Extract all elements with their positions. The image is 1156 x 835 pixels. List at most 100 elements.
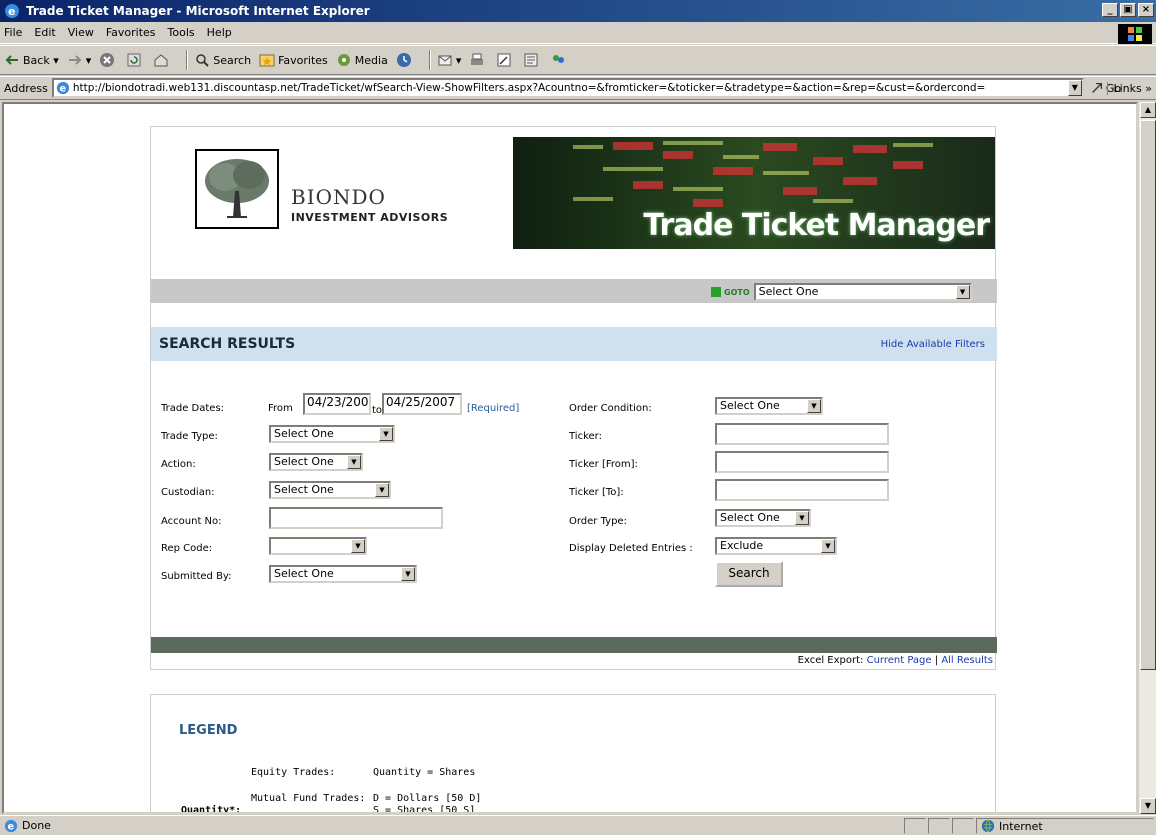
to-date-input[interactable]: 04/25/2007	[382, 393, 462, 415]
custodian-select[interactable]: Select One ▼	[269, 481, 391, 499]
menu-view[interactable]: View	[68, 26, 94, 39]
home-button[interactable]	[153, 52, 172, 68]
page-viewport: BIONDO INVESTMENT ADVISORS Trade Ticket …	[2, 102, 1138, 814]
messenger-icon	[553, 55, 565, 63]
ticker-input[interactable]	[715, 423, 889, 445]
menu-help[interactable]: Help	[207, 26, 232, 39]
ticker-to-label: Ticker [To]:	[569, 487, 624, 498]
results-divider	[151, 637, 997, 653]
search-button[interactable]: Search	[715, 561, 783, 587]
windows-logo-icon	[1118, 24, 1152, 44]
browser-window: e Trade Ticket Manager - Microsoft Inter…	[0, 0, 1156, 835]
from-label: From	[268, 403, 293, 414]
toolbar-separator	[428, 50, 431, 70]
order-condition-select[interactable]: Select One ▼	[715, 397, 823, 415]
mutual-fund-dollars: D = Dollars [50 D]	[373, 793, 482, 804]
action-label: Action:	[161, 459, 196, 470]
refresh-button[interactable]	[126, 52, 145, 68]
minimize-button[interactable]: _	[1102, 3, 1118, 17]
messenger-button[interactable]	[550, 52, 569, 68]
refresh-icon	[127, 53, 141, 67]
chevron-down-icon: ▼	[795, 511, 809, 525]
menu-file[interactable]: File	[4, 26, 22, 39]
to-label: to	[372, 405, 383, 416]
ticker-from-label: Ticker [From]:	[569, 459, 638, 470]
scroll-down-button[interactable]: ▼	[1140, 798, 1156, 814]
submitted-by-select[interactable]: Select One ▼	[269, 565, 417, 583]
scroll-up-button[interactable]: ▲	[1140, 102, 1156, 118]
stop-button[interactable]	[99, 52, 118, 68]
tree-logo-icon	[195, 149, 279, 229]
app-banner-title: Trade Ticket Manager	[643, 208, 990, 243]
edit-icon	[497, 53, 511, 67]
brand-name: BIONDO	[291, 185, 386, 209]
excel-export-label: Excel Export:	[797, 655, 864, 666]
print-icon	[471, 53, 484, 65]
current-page-link[interactable]: Current Page	[867, 655, 932, 666]
equity-trades-label: Equity Trades:	[251, 767, 336, 778]
status-bar: e Done Internet	[0, 815, 1156, 835]
toolbar: Back ▾ ▾ Search Favorites Media ▾	[0, 45, 1156, 75]
custodian-label: Custodian:	[161, 487, 215, 498]
legend-panel: LEGEND Equity Trades: Quantity = Shares …	[150, 694, 996, 814]
page-title: SEARCH RESULTS	[159, 336, 296, 352]
links-button[interactable]: Links »	[1106, 81, 1152, 95]
home-icon	[154, 54, 168, 67]
mail-button[interactable]: ▾	[437, 52, 461, 68]
rep-code-label: Rep Code:	[161, 543, 213, 554]
hide-filters-link[interactable]: Hide Available Filters	[881, 339, 985, 350]
media-icon	[337, 54, 350, 66]
address-input[interactable]: e http://biondotradi.web131.discountasp.…	[51, 78, 1084, 98]
status-cell	[952, 818, 974, 834]
account-no-input[interactable]	[269, 507, 443, 529]
forward-button[interactable]: ▾	[67, 52, 91, 68]
status-cell	[928, 818, 950, 834]
rep-code-select[interactable]: ▼	[269, 537, 367, 555]
trade-type-select[interactable]: Select One ▼	[269, 425, 395, 443]
scroll-thumb[interactable]	[1140, 120, 1156, 670]
favorites-icon	[259, 54, 275, 67]
chevron-down-icon: ▼	[955, 285, 970, 299]
address-dropdown-arrow[interactable]: ▼	[1067, 80, 1082, 96]
edit-button[interactable]	[496, 52, 515, 68]
quantity-label: Quantity*:	[181, 805, 242, 814]
goto-select[interactable]: Select One ▼	[753, 283, 972, 301]
brand-subtitle: INVESTMENT ADVISORS	[291, 211, 449, 224]
search-button[interactable]: Search	[194, 52, 251, 68]
close-button[interactable]: ×	[1138, 3, 1154, 17]
back-button[interactable]: Back ▾	[4, 52, 59, 68]
history-button[interactable]	[396, 52, 415, 68]
media-button[interactable]: Media	[336, 52, 388, 68]
vertical-scrollbar[interactable]: ▲ ▼	[1138, 102, 1156, 814]
goto-label: GOTO	[711, 287, 750, 297]
page-done-icon: e	[4, 819, 18, 832]
ticker-to-input[interactable]	[715, 479, 889, 501]
required-note: [Required]	[467, 403, 520, 414]
mail-icon	[438, 55, 452, 66]
link-separator: |	[934, 655, 939, 666]
menu-edit[interactable]: Edit	[34, 26, 55, 39]
restore-button[interactable]: ▣	[1120, 3, 1136, 17]
display-deleted-select[interactable]: Exclude ▼	[715, 537, 837, 555]
print-button[interactable]	[469, 52, 488, 68]
legend-title: LEGEND	[179, 723, 238, 738]
order-type-select[interactable]: Select One ▼	[715, 509, 811, 527]
ticker-from-input[interactable]	[715, 451, 889, 473]
ie-icon: e	[5, 4, 19, 18]
from-date-input[interactable]: 04/23/200	[303, 393, 371, 415]
menu-tools[interactable]: Tools	[168, 26, 195, 39]
toolbar-separator	[186, 50, 189, 70]
all-results-link[interactable]: All Results	[941, 655, 993, 666]
excel-export: Excel Export: Current Page | All Results	[798, 655, 993, 666]
goto-bar: GOTO Select One ▼	[151, 279, 997, 303]
order-condition-label: Order Condition:	[569, 403, 652, 414]
menu-favorites[interactable]: Favorites	[106, 26, 156, 39]
submitted-by-label: Submitted By:	[161, 571, 232, 582]
discuss-button[interactable]	[523, 52, 542, 68]
ticker-label: Ticker:	[569, 431, 602, 442]
chevron-down-icon: ▼	[375, 483, 389, 497]
favorites-button[interactable]: Favorites	[259, 52, 328, 68]
company-logo: BIONDO INVESTMENT ADVISORS	[195, 149, 495, 249]
title-bar: e Trade Ticket Manager - Microsoft Inter…	[0, 0, 1156, 22]
action-select[interactable]: Select One ▼	[269, 453, 363, 471]
